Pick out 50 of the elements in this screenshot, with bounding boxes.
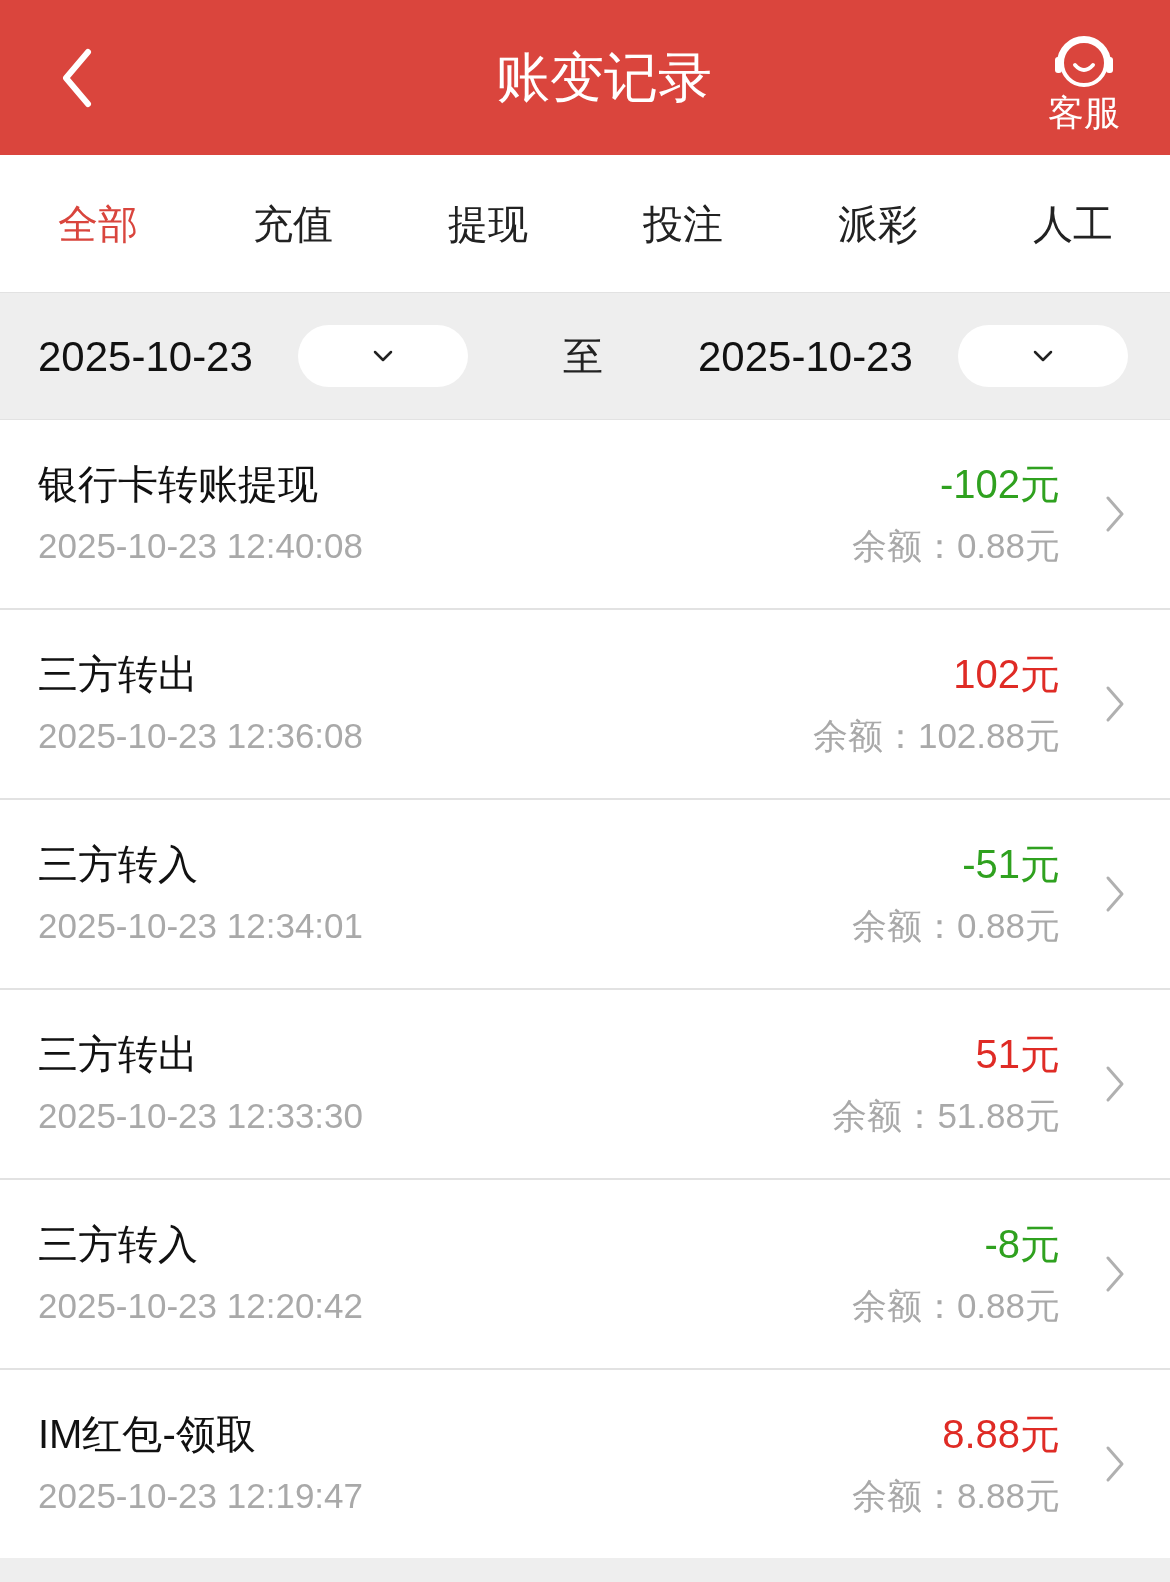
chevron-right-icon	[1105, 875, 1125, 913]
record-time: 2025-10-23 12:20:42	[38, 1285, 364, 1327]
record-row[interactable]: 三方转入 2025-10-23 12:34:01 -51元 余额：0.88元	[0, 800, 1170, 988]
filter-tab[interactable]: 投注	[585, 193, 780, 254]
record-row[interactable]: 三方转出 2025-10-23 12:36:08 102元 余额：102.88元	[0, 610, 1170, 798]
record-time: 2025-10-23 12:40:08	[38, 525, 364, 567]
record-balance: 余额：102.88元	[812, 715, 1060, 757]
chevron-right-icon	[1105, 1255, 1125, 1293]
record-amount: -51元	[962, 841, 1060, 888]
filter-tab[interactable]: 派彩	[780, 193, 975, 254]
chevron-right-icon	[1105, 1445, 1125, 1483]
record-balance: 余额：8.88元	[851, 1475, 1060, 1517]
dropdown-chevron-icon	[372, 349, 394, 363]
record-amount: -8元	[984, 1221, 1060, 1268]
record-balance: 余额：0.88元	[851, 525, 1060, 567]
record-title: 银行卡转账提现	[38, 461, 319, 508]
filter-tab[interactable]: 全部	[0, 193, 195, 254]
date-range-separator: 至	[562, 333, 604, 380]
record-amount: 102元	[953, 651, 1060, 698]
chevron-right-icon	[1105, 685, 1125, 723]
customer-service-button[interactable]: 客服	[1048, 22, 1120, 133]
filter-tab[interactable]: 人工	[975, 193, 1170, 254]
record-title: 三方转入	[38, 1221, 199, 1268]
start-date: 2025-10-23	[38, 331, 254, 382]
filter-tab[interactable]: 提现	[390, 193, 585, 254]
record-title: IM红包-领取	[38, 1411, 257, 1458]
chevron-right-icon	[1105, 1065, 1125, 1103]
end-date: 2025-10-23	[698, 331, 914, 382]
record-amount: 8.88元	[942, 1411, 1060, 1458]
chevron-right-icon	[1105, 495, 1125, 533]
record-row[interactable]: 三方转入 2025-10-23 12:20:42 -8元 余额：0.88元	[0, 1180, 1170, 1368]
record-amount: 51元	[975, 1031, 1060, 1078]
record-balance: 余额：51.88元	[832, 1095, 1060, 1137]
record-title: 三方转出	[38, 651, 199, 698]
record-time: 2025-10-23 12:33:30	[38, 1095, 364, 1137]
record-title: 三方转出	[38, 1031, 199, 1078]
filter-tab[interactable]: 充值	[195, 193, 390, 254]
record-row[interactable]: IM红包-领取 2025-10-23 12:19:47 8.88元 余额：8.88元	[0, 1370, 1170, 1558]
dropdown-chevron-icon	[1032, 349, 1054, 363]
record-row[interactable]: 银行卡转账提现 2025-10-23 12:40:08 -102元 余额：0.88元	[0, 420, 1170, 608]
record-time: 2025-10-23 12:19:47	[38, 1475, 364, 1517]
record-balance: 余额：0.88元	[851, 1285, 1060, 1327]
record-balance: 余额：0.88元	[851, 905, 1060, 947]
back-chevron-icon	[60, 47, 94, 108]
record-title: 三方转入	[38, 841, 199, 888]
page-title: 账变记录	[496, 46, 712, 109]
record-time: 2025-10-23 12:36:08	[38, 715, 364, 757]
record-time: 2025-10-23 12:34:01	[38, 905, 364, 947]
record-amount: -102元	[939, 461, 1060, 508]
record-row[interactable]: 三方转出 2025-10-23 12:33:30 51元 余额：51.88元	[0, 990, 1170, 1178]
